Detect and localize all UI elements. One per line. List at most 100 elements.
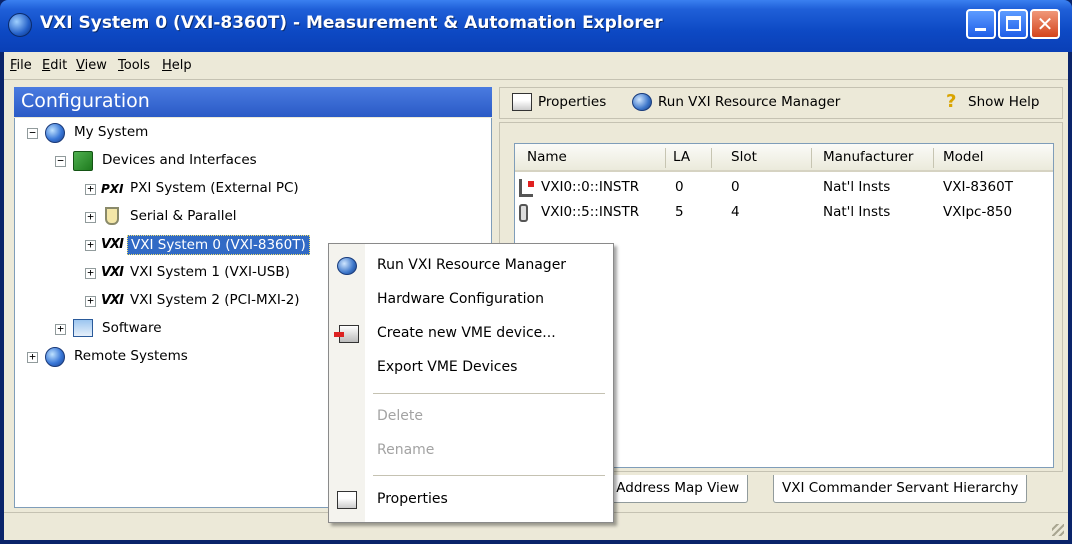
column-manufacturer[interactable]: Manufacturer xyxy=(823,149,913,165)
expand-icon[interactable]: + xyxy=(85,295,96,307)
system-globe-icon xyxy=(45,123,65,143)
maximize-button[interactable] xyxy=(998,9,1028,39)
menu-item-label: Rename xyxy=(377,442,435,458)
controller-icon xyxy=(519,179,534,197)
cell-name: VXI0::5::INSTR xyxy=(541,204,640,220)
menu-item-properties[interactable]: Properties xyxy=(329,483,613,517)
title-bar[interactable]: VXI System 0 (VXI-8360T) - Measurement &… xyxy=(0,0,1072,52)
device-card-icon xyxy=(519,204,528,222)
serial-port-icon xyxy=(105,207,119,225)
menu-item-label: Delete xyxy=(377,408,423,424)
menu-file[interactable]: File xyxy=(10,58,32,73)
vxi-icon: VXI xyxy=(101,237,124,252)
toolbar: Properties Run VXI Resource Manager ? Sho… xyxy=(499,87,1063,119)
expand-icon[interactable]: + xyxy=(27,351,38,363)
tree-label: VXI System 1 (VXI-USB) xyxy=(130,264,290,280)
expand-icon[interactable]: + xyxy=(85,211,96,223)
create-device-icon xyxy=(334,325,359,343)
tree-label: My System xyxy=(74,124,149,140)
expand-icon[interactable]: + xyxy=(55,323,66,335)
menu-item-run-resource-manager[interactable]: Run VXI Resource Manager xyxy=(329,249,613,283)
column-divider[interactable] xyxy=(811,148,812,168)
vxi-icon: VXI xyxy=(101,265,124,280)
software-icon xyxy=(73,319,93,337)
devices-icon xyxy=(73,151,93,171)
tab-commander-servant-hierarchy[interactable]: VXI Commander Servant Hierarchy xyxy=(773,475,1028,503)
menu-edit[interactable]: Edit xyxy=(42,58,67,73)
menu-item-rename: Rename xyxy=(329,434,613,468)
menu-item-create-vme-device[interactable]: Create new VME device... xyxy=(329,317,613,351)
cell-slot: 4 xyxy=(731,204,740,220)
tree-label: Remote Systems xyxy=(74,348,188,364)
menu-item-label: Export VME Devices xyxy=(377,359,518,375)
vxi-icon: VXI xyxy=(101,293,124,308)
tree-label: Serial & Parallel xyxy=(130,208,237,224)
window-title: VXI System 0 (VXI-8360T) - Measurement &… xyxy=(40,13,663,33)
max-app-icon[interactable] xyxy=(8,13,32,37)
help-icon: ? xyxy=(946,91,957,112)
menu-item-label: Create new VME device... xyxy=(377,325,556,341)
tab-address-map-view[interactable]: I Address Map View xyxy=(599,475,749,503)
close-button[interactable]: ✕ xyxy=(1030,9,1060,39)
menu-bar: File Edit View Tools Help xyxy=(4,52,1068,80)
run-resource-manager-button[interactable]: Run VXI Resource Manager xyxy=(632,93,840,111)
properties-label: Properties xyxy=(538,94,607,110)
minimize-button[interactable] xyxy=(966,9,996,39)
context-menu: Run VXI Resource Manager Hardware Config… xyxy=(328,243,614,523)
column-name[interactable]: Name xyxy=(527,149,567,165)
expand-icon[interactable]: + xyxy=(85,239,96,251)
table-row[interactable]: VXI0::0::INSTR 0 0 Nat'l Insts VXI-8360T xyxy=(515,176,1053,200)
close-icon: ✕ xyxy=(1036,12,1054,36)
menu-tools[interactable]: Tools xyxy=(118,58,150,73)
tree-label: PXI System (External PC) xyxy=(130,180,299,196)
cell-model: VXIpc-850 xyxy=(943,204,1013,220)
list-header: Name LA Slot Manufacturer Model xyxy=(515,144,1053,172)
show-help-button[interactable]: ? Show Help xyxy=(946,93,1040,111)
resize-grip-icon[interactable] xyxy=(1052,524,1064,536)
column-la[interactable]: LA xyxy=(673,149,690,165)
column-model[interactable]: Model xyxy=(943,149,984,165)
cell-model: VXI-8360T xyxy=(943,179,1013,195)
maximize-icon xyxy=(1006,16,1021,31)
cell-manufacturer: Nat'l Insts xyxy=(823,179,891,195)
resource-manager-icon xyxy=(632,93,652,111)
expand-icon[interactable]: + xyxy=(85,183,96,195)
show-help-label: Show Help xyxy=(968,94,1040,110)
properties-icon xyxy=(512,93,532,111)
cell-la: 0 xyxy=(675,179,684,195)
menu-separator xyxy=(373,393,605,394)
menu-help[interactable]: Help xyxy=(162,58,192,73)
menu-item-export-vme-devices[interactable]: Export VME Devices xyxy=(329,351,613,385)
column-divider[interactable] xyxy=(711,148,712,168)
column-divider[interactable] xyxy=(933,148,934,168)
menu-item-label: Properties xyxy=(377,491,448,507)
cell-name: VXI0::0::INSTR xyxy=(541,179,640,195)
cell-manufacturer: Nat'l Insts xyxy=(823,204,891,220)
menu-item-delete: Delete xyxy=(329,400,613,434)
menu-item-label: Run VXI Resource Manager xyxy=(377,257,567,273)
expand-icon[interactable]: + xyxy=(85,267,96,279)
column-slot[interactable]: Slot xyxy=(731,149,757,165)
cell-slot: 0 xyxy=(731,179,740,195)
properties-icon xyxy=(337,491,357,509)
run-rm-label: Run VXI Resource Manager xyxy=(658,94,841,110)
collapse-icon[interactable]: − xyxy=(55,155,66,167)
column-divider[interactable] xyxy=(665,148,666,168)
tree-label: VXI System 0 (VXI-8360T) xyxy=(127,235,310,255)
tree-label: Software xyxy=(102,320,162,336)
menu-item-label: Hardware Configuration xyxy=(377,291,544,307)
minimize-icon xyxy=(975,28,986,31)
tree-label: Devices and Interfaces xyxy=(102,152,257,168)
cell-la: 5 xyxy=(675,204,684,220)
resource-manager-icon xyxy=(337,257,357,275)
menu-view[interactable]: View xyxy=(76,58,107,73)
tree-label: VXI System 2 (PCI-MXI-2) xyxy=(130,292,300,308)
properties-button[interactable]: Properties xyxy=(512,93,606,111)
menu-separator xyxy=(373,475,605,476)
menu-item-hardware-configuration[interactable]: Hardware Configuration xyxy=(329,283,613,317)
remote-globe-icon xyxy=(45,347,65,367)
collapse-icon[interactable]: − xyxy=(27,127,38,139)
table-row[interactable]: VXI0::5::INSTR 5 4 Nat'l Insts VXIpc-850 xyxy=(515,201,1053,225)
pxi-icon: PXI xyxy=(101,182,124,196)
configuration-header: Configuration xyxy=(14,87,492,117)
